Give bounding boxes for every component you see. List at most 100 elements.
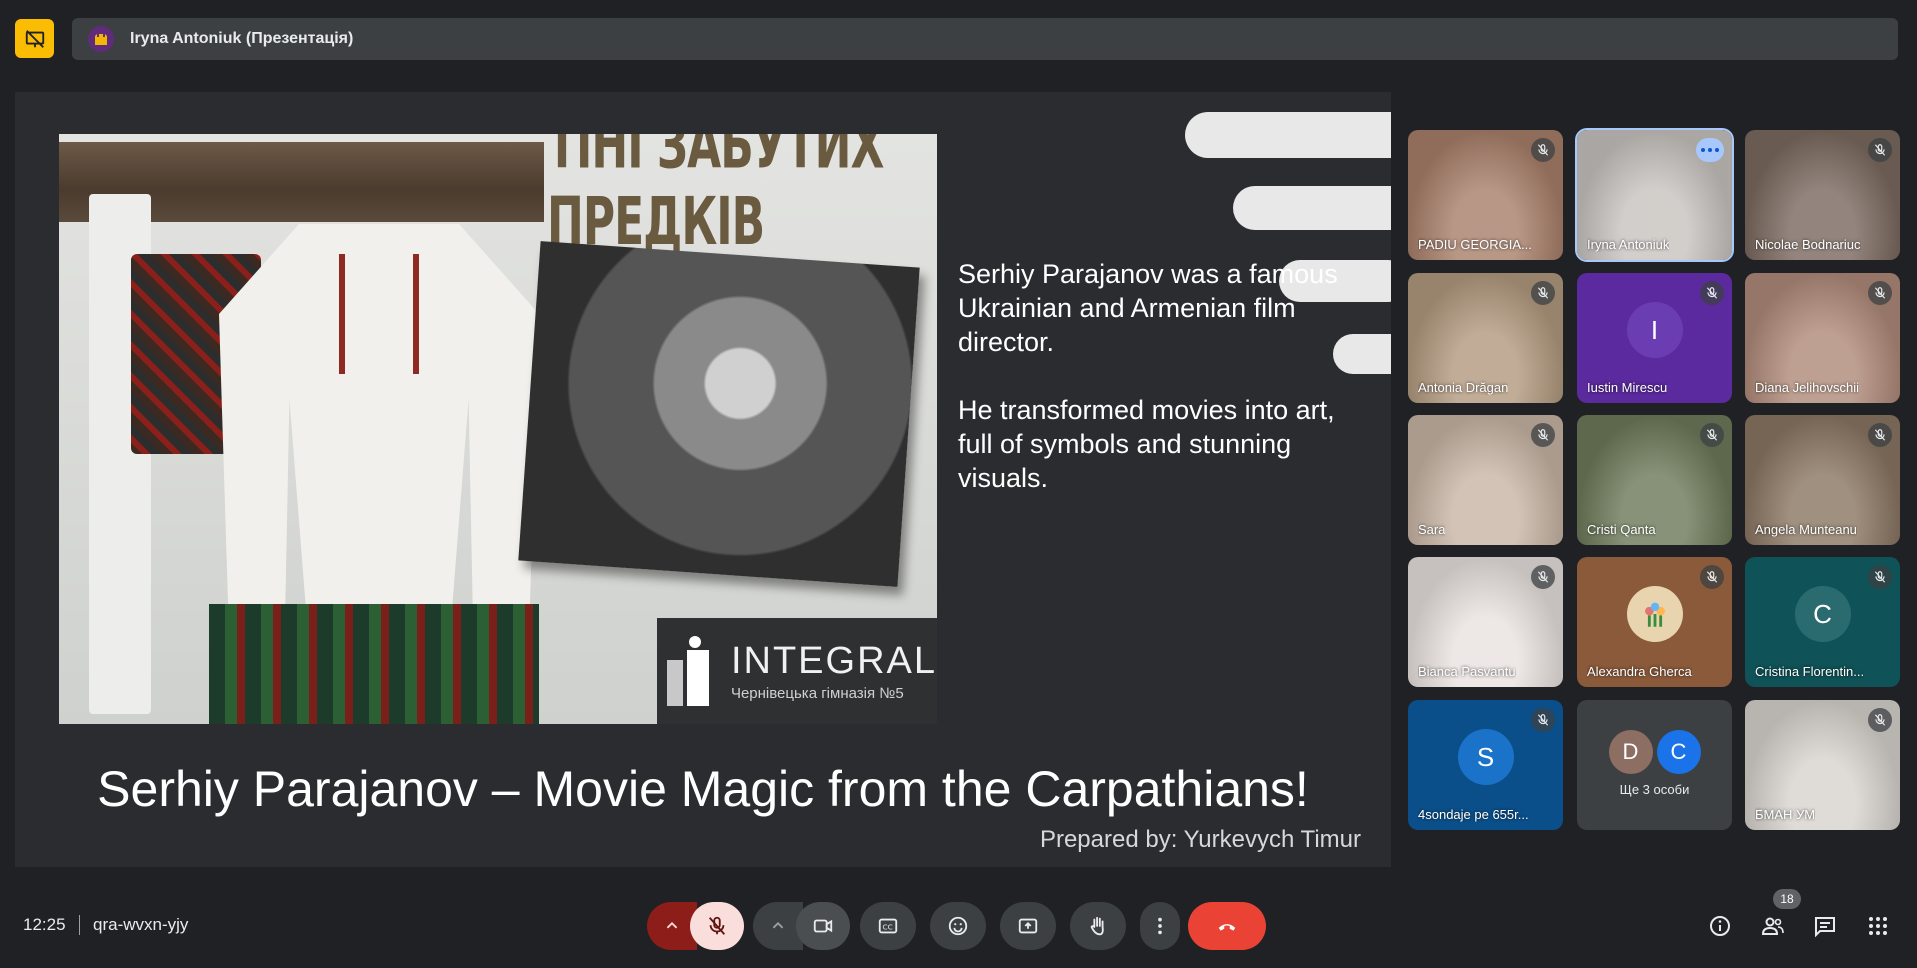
- slide-byline: Prepared by: Yurkevych Timur: [1039, 826, 1361, 853]
- participant-name: PADIU GEORGIA...: [1418, 237, 1532, 252]
- avatar: C: [1794, 586, 1851, 643]
- meeting-details-button[interactable]: [1706, 912, 1734, 940]
- activities-button[interactable]: [1864, 912, 1892, 940]
- portrait-photo: [518, 241, 920, 587]
- muted-indicator: [1700, 281, 1724, 305]
- mic-off-icon: [1706, 571, 1718, 583]
- more-vert-icon: [1158, 917, 1162, 935]
- presenter-avatar: [88, 26, 114, 52]
- participant-tile[interactable]: PADIU GEORGIA...: [1408, 130, 1563, 260]
- participant-count-badge: 18: [1773, 889, 1801, 909]
- muted-indicator: [1700, 565, 1724, 589]
- participant-options-icon[interactable]: [1696, 138, 1724, 162]
- muted-indicator: [1868, 281, 1892, 305]
- participant-tile[interactable]: Nicolae Bodnariuc: [1745, 130, 1900, 260]
- videocam-icon: [813, 919, 833, 933]
- participant-tile[interactable]: Cristi Qanta: [1577, 415, 1732, 545]
- emoji-icon: [948, 916, 968, 936]
- meeting-code[interactable]: qra-wvxn-yjy: [93, 915, 188, 935]
- participant-name: Antonia Drăgan: [1418, 380, 1509, 395]
- participant-tile[interactable]: Alexandra Gherca: [1577, 557, 1732, 687]
- participant-name: Iryna Antoniuk: [1587, 237, 1670, 252]
- info-icon: [1710, 916, 1730, 936]
- participant-tile[interactable]: Antonia Drăgan: [1408, 273, 1563, 403]
- more-participants-label: Ще 3 особи: [1619, 782, 1690, 797]
- mic-off-icon: [1537, 571, 1549, 583]
- logo-name: INTEGRAL: [730, 640, 937, 682]
- muted-indicator: [1868, 138, 1892, 162]
- participant-tile[interactable]: Sara: [1408, 415, 1563, 545]
- participant-tile[interactable]: Diana Jelihovschii: [1745, 273, 1900, 403]
- flower-icon: [1644, 602, 1665, 627]
- mic-toggle-button[interactable]: [690, 902, 744, 950]
- present-to-all-icon: [1018, 918, 1038, 934]
- present-now-button[interactable]: [1000, 902, 1056, 950]
- school-logo: INTEGRAL Чернівецька гімназія №5: [657, 618, 937, 724]
- castle-icon: [95, 34, 107, 45]
- participant-name: Sara: [1418, 522, 1446, 537]
- participant-tile[interactable]: C Cristina Florentin...: [1745, 557, 1900, 687]
- divider: [79, 915, 80, 935]
- mic-off-icon: [1874, 429, 1886, 441]
- participant-name: Nicolae Bodnariuc: [1755, 237, 1861, 252]
- mic-off-icon: [1706, 429, 1718, 441]
- clock: 12:25: [23, 915, 66, 934]
- presenter-banner[interactable]: Iryna Antoniuk (Презентація): [72, 18, 1898, 60]
- captions-button[interactable]: CC: [860, 902, 916, 950]
- muted-indicator: [1700, 423, 1724, 447]
- avatar: D: [1608, 730, 1653, 774]
- chevron-up-icon: [772, 921, 784, 929]
- participant-tile[interactable]: I Iustin Mirescu: [1577, 273, 1732, 403]
- bottom-bar: 12:25 qra-wvxn-yjy CC 18: [0, 880, 1917, 968]
- chat-button[interactable]: [1811, 912, 1839, 940]
- camera-toggle-button[interactable]: [796, 902, 850, 950]
- avatar: I: [1626, 302, 1683, 359]
- mic-off-icon: [1874, 714, 1886, 726]
- mic-off-icon: [1874, 144, 1886, 156]
- raise-hand-icon: [1090, 916, 1104, 936]
- participant-name: Bianca Pasvantu: [1418, 664, 1516, 679]
- slide-body-text: Serhiy Parajanov was a famous Ukrainian …: [958, 257, 1358, 529]
- apps-grid-icon: [1869, 917, 1887, 935]
- participant-name: Alexandra Gherca: [1587, 664, 1692, 679]
- muted-indicator: [1531, 708, 1555, 732]
- raise-hand-button[interactable]: [1070, 902, 1126, 950]
- meet-window: Iryna Antoniuk (Презентація) ТІНІ ЗАБУТИ…: [0, 0, 1917, 968]
- avatar: C: [1656, 730, 1701, 774]
- svg-text:CC: CC: [883, 923, 893, 932]
- leave-call-button[interactable]: [1188, 902, 1266, 950]
- mic-off-icon: [1537, 287, 1549, 299]
- more-options-button[interactable]: [1140, 902, 1180, 950]
- participant-name: 4sondaje pe 655r...: [1418, 807, 1529, 822]
- muted-indicator: [1531, 138, 1555, 162]
- top-bar: Iryna Antoniuk (Презентація): [0, 0, 1917, 80]
- call-end-icon: [1218, 924, 1236, 931]
- people-icon: [1761, 917, 1784, 935]
- participant-name: БМАН УМ: [1755, 807, 1816, 822]
- muted-indicator: [1868, 708, 1892, 732]
- more-participants-tile[interactable]: D C Ще 3 особи: [1577, 700, 1732, 830]
- slide-paragraph: Serhiy Parajanov was a famous Ukrainian …: [958, 259, 1338, 357]
- mic-off-icon: [1537, 429, 1549, 441]
- mic-off-icon: [1706, 287, 1718, 299]
- participant-tile[interactable]: Angela Munteanu: [1745, 415, 1900, 545]
- participant-tile[interactable]: S 4sondaje pe 655r...: [1408, 700, 1563, 830]
- participant-tile[interactable]: БМАН УМ: [1745, 700, 1900, 830]
- slide-collage-image: ТІНІ ЗАБУТИХ ПРЕДКІВ INTEGRAL Чернівецьк…: [59, 134, 937, 724]
- muted-indicator: [1531, 423, 1555, 447]
- participant-tile[interactable]: Bianca Pasvantu: [1408, 557, 1563, 687]
- muted-indicator: [1868, 423, 1892, 447]
- participant-tile[interactable]: Iryna Antoniuk: [1575, 128, 1734, 262]
- stop-presenting-button[interactable]: [15, 19, 54, 58]
- integral-logo-icon: [667, 636, 713, 706]
- woven-skirt: [209, 604, 539, 724]
- chat-icon: [1815, 917, 1835, 938]
- slide-image-title: ТІНІ ЗАБУТИХ ПРЕДКІВ: [547, 134, 884, 261]
- muted-indicator: [1531, 281, 1555, 305]
- slide-paragraph: He transformed movies into art, full of …: [958, 395, 1335, 493]
- slide-heading: Serhiy Parajanov – Movie Magic from the …: [97, 761, 1309, 817]
- decor-pill: [1185, 112, 1391, 158]
- reactions-button[interactable]: [930, 902, 986, 950]
- presentation-slide: ТІНІ ЗАБУТИХ ПРЕДКІВ INTEGRAL Чернівецьк…: [15, 92, 1391, 867]
- people-button[interactable]: [1759, 912, 1787, 940]
